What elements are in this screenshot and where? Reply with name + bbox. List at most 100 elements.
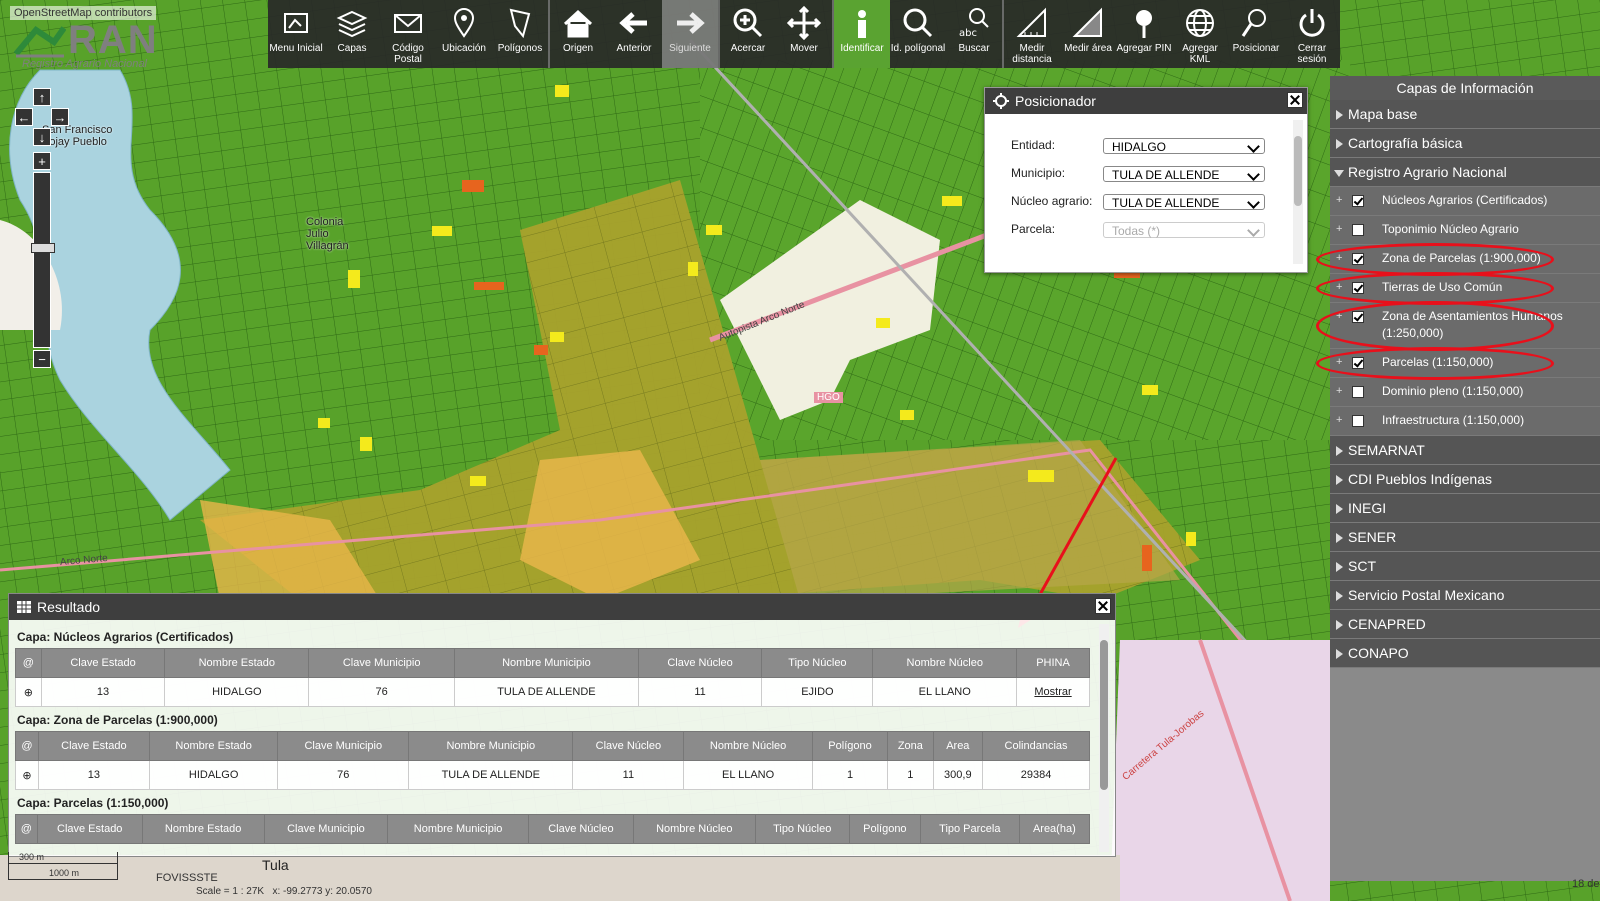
zoom-slider[interactable] bbox=[31, 172, 55, 348]
layer-group[interactable]: CDI Pueblos Indígenas bbox=[1330, 465, 1600, 494]
layer-group[interactable]: Servicio Postal Mexicano bbox=[1330, 581, 1600, 610]
layer-group[interactable]: Mapa base bbox=[1330, 100, 1600, 129]
toolbar-medir-area-button[interactable]: Medir área bbox=[1060, 0, 1116, 68]
toolbar-agregar-pin-button[interactable]: Agregar PIN bbox=[1116, 0, 1172, 68]
pan-right-button[interactable]: → bbox=[51, 108, 69, 126]
toolbar-buscar-button[interactable]: abc Buscar bbox=[946, 0, 1002, 68]
layer-checkbox[interactable] bbox=[1352, 195, 1364, 207]
layer-group[interactable]: CONAPO bbox=[1330, 639, 1600, 668]
layer-group[interactable]: SENER bbox=[1330, 523, 1600, 552]
layer-sub-item[interactable]: + Toponimio Núcleo Agrario bbox=[1330, 216, 1600, 245]
positioner-field-label: Núcleo agrario: bbox=[1011, 194, 1093, 208]
plus-icon[interactable]: + bbox=[1336, 385, 1342, 397]
zoom-to-feature-icon[interactable]: ⊕ bbox=[24, 687, 33, 699]
layer-sub-item[interactable]: + Núcleos Agrarios (Certificados) bbox=[1330, 187, 1600, 216]
toolbar-agregar-kml-button[interactable]: Agregar KML bbox=[1172, 0, 1228, 68]
plus-icon[interactable]: + bbox=[1336, 194, 1342, 206]
chevron-down-icon bbox=[1247, 224, 1260, 237]
expand-right-icon bbox=[1336, 110, 1343, 120]
layer-group[interactable]: SEMARNAT bbox=[1330, 436, 1600, 465]
table-cell: 76 bbox=[308, 677, 456, 707]
plus-icon[interactable]: + bbox=[1336, 414, 1342, 426]
toolbar-button-label: Agregar PIN bbox=[1116, 43, 1172, 54]
toolbar-identificar-button[interactable]: Identificar bbox=[834, 0, 890, 68]
pan-left-button[interactable]: ← bbox=[15, 108, 33, 126]
arrow-left-icon bbox=[619, 12, 647, 34]
positioner-select-2[interactable]: TULA DE ALLENDE bbox=[1103, 194, 1265, 210]
layer-sub-item[interactable]: + Zona de Asentamientos Humanos (1:250,00… bbox=[1330, 303, 1600, 349]
layer-group[interactable]: SCT bbox=[1330, 552, 1600, 581]
pan-down-button[interactable]: ↓ bbox=[33, 128, 51, 146]
result-table: @ Clave Estado Nombre Estado Clave Municipi… bbox=[15, 814, 1091, 844]
layer-checkbox[interactable] bbox=[1352, 253, 1364, 265]
table-cell: HIDALGO bbox=[148, 760, 279, 790]
positioner-header[interactable]: Posicionador bbox=[985, 88, 1307, 114]
results-header[interactable]: Resultado bbox=[9, 594, 1115, 620]
zoom-out-button[interactable]: − bbox=[33, 350, 51, 368]
pan-up-button[interactable]: ↑ bbox=[33, 88, 51, 106]
column-header: PHINA bbox=[1016, 648, 1090, 678]
zoom-in-button[interactable]: + bbox=[33, 152, 51, 170]
toolbar-button-label: Anterior bbox=[616, 43, 652, 54]
ran-logo: RAN Registro Agrario Nacional bbox=[14, 18, 164, 72]
layer-sub-item[interactable]: + Dominio pleno (1:150,000) bbox=[1330, 378, 1600, 407]
toolbar-codigo-postal-button[interactable]: Código Postal bbox=[380, 0, 436, 68]
layer-sub-item[interactable]: + Tierras de Uso Común bbox=[1330, 274, 1600, 303]
toolbar-poligonos-button[interactable]: Polígonos bbox=[492, 0, 548, 68]
plus-icon[interactable]: + bbox=[1336, 223, 1342, 235]
column-header: Tipo Parcela bbox=[919, 814, 1020, 844]
toolbar-capas-button[interactable]: Capas bbox=[324, 0, 380, 68]
select-value: TULA DE ALLENDE bbox=[1112, 168, 1220, 182]
phina-show-link[interactable]: Mostrar bbox=[1034, 686, 1071, 698]
toolbar-id-poligonal-button[interactable]: Id. polígonal bbox=[890, 0, 946, 68]
column-header: Nombre Municipio bbox=[387, 814, 529, 844]
layer-checkbox[interactable] bbox=[1352, 415, 1364, 427]
select-value: Todas (*) bbox=[1112, 224, 1161, 238]
layer-group[interactable]: CENAPRED bbox=[1330, 610, 1600, 639]
measure-distance-icon bbox=[1016, 7, 1046, 37]
zoom-to-feature-icon[interactable]: ⊕ bbox=[22, 770, 31, 782]
positioner-select-1[interactable]: TULA DE ALLENDE bbox=[1103, 166, 1265, 182]
layer-checkbox[interactable] bbox=[1352, 224, 1364, 236]
layer-checkbox[interactable] bbox=[1352, 282, 1364, 294]
close-icon[interactable] bbox=[1095, 598, 1111, 614]
layer-checkbox[interactable] bbox=[1352, 311, 1364, 323]
toolbar-mover-button[interactable]: Mover bbox=[776, 0, 832, 68]
toolbar-origen-button[interactable]: Origen bbox=[550, 0, 606, 68]
toolbar-anterior-button[interactable]: Anterior bbox=[606, 0, 662, 68]
results-scrollbar[interactable] bbox=[1099, 624, 1109, 852]
close-icon[interactable] bbox=[1287, 92, 1303, 108]
table-cell: ⊕ bbox=[15, 760, 39, 790]
layer-group-label: SENER bbox=[1348, 529, 1397, 545]
plus-icon[interactable]: + bbox=[1336, 252, 1342, 264]
toolbar-medir-distancia-button[interactable]: Medir distancia bbox=[1004, 0, 1060, 68]
polygon-icon bbox=[509, 8, 531, 39]
layer-group[interactable]: INEGI bbox=[1330, 494, 1600, 523]
plus-icon[interactable]: + bbox=[1336, 356, 1342, 368]
layer-sub-item[interactable]: + Parcelas (1:150,000) bbox=[1330, 349, 1600, 378]
toolbar-ubicacion-button[interactable]: Ubicación bbox=[436, 0, 492, 68]
zoom-slider-thumb[interactable] bbox=[31, 243, 55, 253]
table-cell: Mostrar bbox=[1016, 677, 1090, 707]
expand-right-icon bbox=[1336, 504, 1343, 514]
toolbar-cerrar-sesion-button[interactable]: Cerrar sesión bbox=[1284, 0, 1340, 68]
positioner-scrollbar[interactable] bbox=[1293, 120, 1303, 264]
positioner-select-0[interactable]: HIDALGO bbox=[1103, 138, 1265, 154]
toolbar-siguiente-button[interactable]: Siguiente bbox=[662, 0, 718, 68]
table-cell: 29384 bbox=[982, 760, 1090, 790]
layer-sub-item[interactable]: + Zona de Parcelas (1:900,000) bbox=[1330, 245, 1600, 274]
layer-checkbox[interactable] bbox=[1352, 386, 1364, 398]
toolbar-button-label: Menu Inicial bbox=[269, 43, 323, 54]
toolbar-menu-inicial-button[interactable]: Menu Inicial bbox=[268, 0, 324, 68]
layer-sub-item[interactable]: + Infraestructura (1:150,000) bbox=[1330, 407, 1600, 436]
plus-icon[interactable]: + bbox=[1336, 310, 1342, 322]
plus-icon[interactable]: + bbox=[1336, 281, 1342, 293]
layer-group-label: Servicio Postal Mexicano bbox=[1348, 587, 1505, 603]
layer-group[interactable]: Cartografía básica bbox=[1330, 129, 1600, 158]
column-header: Zona bbox=[887, 731, 934, 761]
layer-group[interactable]: Registro Agrario Nacional bbox=[1330, 158, 1600, 187]
toolbar-acercar-button[interactable]: Acercar bbox=[720, 0, 776, 68]
table-cell: EJIDO bbox=[761, 677, 874, 707]
layer-checkbox[interactable] bbox=[1352, 357, 1364, 369]
toolbar-posicionar-button[interactable]: Posicionar bbox=[1228, 0, 1284, 68]
